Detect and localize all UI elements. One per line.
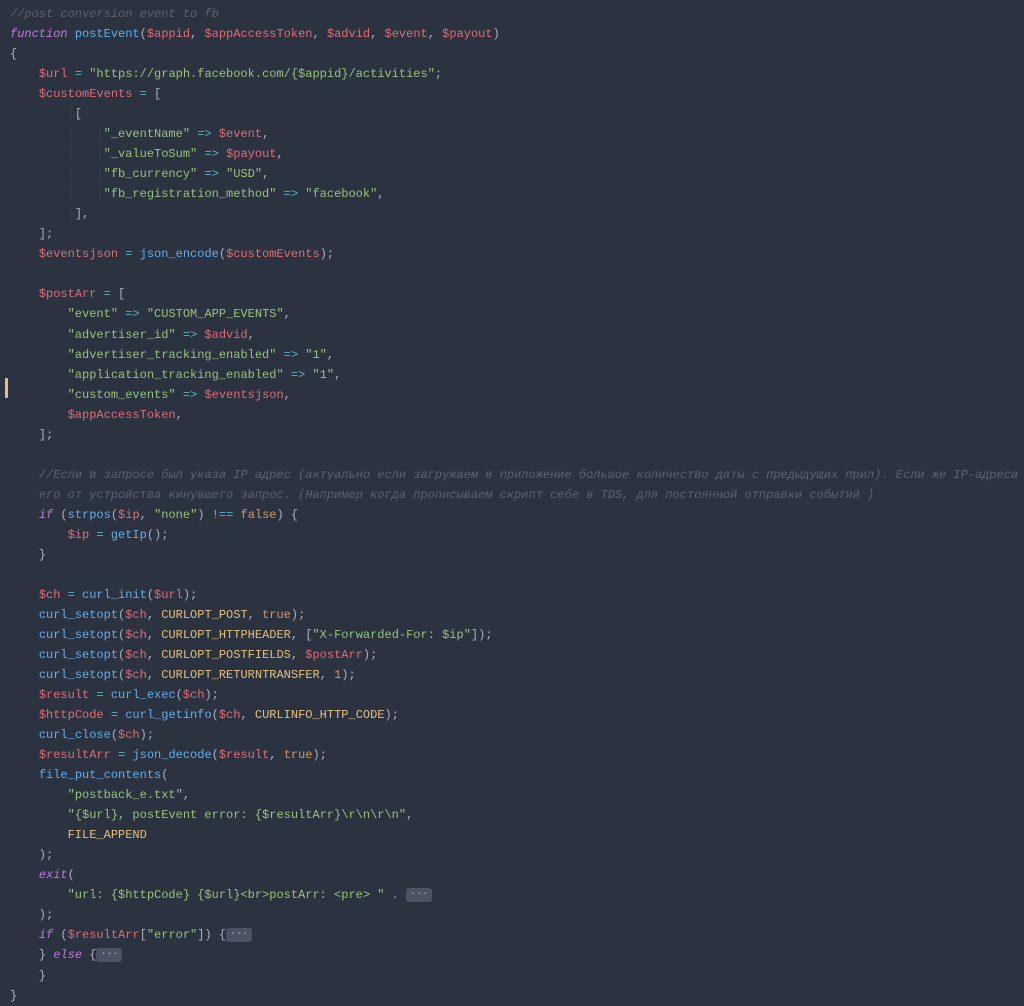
string: "{$url}, postEvent error: {$resultArr}\r… bbox=[68, 808, 406, 822]
function-call: curl_setopt bbox=[39, 628, 118, 642]
string: "postback_e.txt" bbox=[68, 788, 183, 802]
arg: $ch bbox=[219, 708, 241, 722]
value: $advid bbox=[204, 328, 247, 342]
key: "custom_events" bbox=[68, 388, 176, 402]
param: $payout bbox=[442, 27, 492, 41]
function-call: strpos bbox=[68, 508, 111, 522]
modified-marker bbox=[5, 378, 8, 398]
function-call: curl_setopt bbox=[39, 668, 118, 682]
variable: $httpCode bbox=[39, 708, 104, 722]
arg: $postArr bbox=[305, 648, 363, 662]
param: $advid bbox=[327, 27, 370, 41]
variable: $url bbox=[39, 67, 68, 81]
comment-line: //post conversion event to fb bbox=[10, 7, 219, 21]
constant: CURLOPT_POST bbox=[161, 608, 247, 622]
arg: $result bbox=[219, 748, 269, 762]
comment-line: //Если в запросе был указа IP адрес (акт… bbox=[39, 468, 1024, 482]
comment-line: его от устройства кинувшего запрос. (Нап… bbox=[39, 488, 874, 502]
variable: $resultArr bbox=[68, 928, 140, 942]
arg: $ch bbox=[183, 688, 205, 702]
value: $appAccessToken bbox=[68, 408, 176, 422]
arg: $url bbox=[154, 588, 183, 602]
code-fold-marker[interactable]: ··· bbox=[406, 888, 432, 902]
arg: $customEvents bbox=[226, 247, 320, 261]
arg: $ip bbox=[118, 508, 140, 522]
key: "fb_registration_method" bbox=[104, 187, 277, 201]
key: "advertiser_tracking_enabled" bbox=[68, 348, 277, 362]
value: "USD" bbox=[226, 167, 262, 181]
function-call: curl_init bbox=[82, 588, 147, 602]
value: $event bbox=[219, 127, 262, 141]
string: "https://graph.facebook.com/{$appid}/act… bbox=[89, 67, 435, 81]
value: "1" bbox=[312, 368, 334, 382]
string: "url: {$httpCode} {$url}<br>postArr: <pr… bbox=[68, 888, 385, 902]
constant: FILE_APPEND bbox=[68, 828, 147, 842]
code-fold-marker[interactable]: ··· bbox=[226, 928, 252, 942]
function-call: curl_getinfo bbox=[125, 708, 211, 722]
variable: $customEvents bbox=[39, 87, 133, 101]
literal: 1 bbox=[334, 668, 341, 682]
key: "event" bbox=[68, 307, 118, 321]
param: $appid bbox=[147, 27, 190, 41]
variable: $postArr bbox=[39, 287, 97, 301]
key: "_valueToSum" bbox=[104, 147, 198, 161]
code-fold-marker[interactable]: ··· bbox=[96, 948, 122, 962]
literal: true bbox=[284, 748, 313, 762]
arg: $ch bbox=[125, 668, 147, 682]
arg: $ch bbox=[125, 628, 147, 642]
keyword: if bbox=[39, 508, 53, 522]
arg: $ch bbox=[125, 608, 147, 622]
variable: $ip bbox=[68, 528, 90, 542]
function-call: curl_exec bbox=[111, 688, 176, 702]
key: "application_tracking_enabled" bbox=[68, 368, 284, 382]
constant: CURLOPT_POSTFIELDS bbox=[161, 648, 291, 662]
value: $payout bbox=[226, 147, 276, 161]
keyword: if bbox=[39, 928, 53, 942]
string: "error" bbox=[147, 928, 197, 942]
code-editor[interactable]: //post conversion event to fb function p… bbox=[0, 4, 1024, 1006]
function-call: getIp bbox=[111, 528, 147, 542]
key: "advertiser_id" bbox=[68, 328, 176, 342]
function-call: curl_setopt bbox=[39, 648, 118, 662]
arg: "none" bbox=[154, 508, 197, 522]
value: "CUSTOM_APP_EVENTS" bbox=[147, 307, 284, 321]
value: "1" bbox=[305, 348, 327, 362]
constant: CURLINFO_HTTP_CODE bbox=[255, 708, 385, 722]
constant: CURLOPT_HTTPHEADER bbox=[161, 628, 291, 642]
value: "facebook" bbox=[305, 187, 377, 201]
literal: false bbox=[241, 508, 277, 522]
variable: $resultArr bbox=[39, 748, 111, 762]
keyword: exit bbox=[39, 868, 68, 882]
string: "X-Forwarded-For: $ip" bbox=[312, 628, 470, 642]
keyword: else bbox=[53, 948, 82, 962]
value: $eventsjson bbox=[204, 388, 283, 402]
function-call: curl_close bbox=[39, 728, 111, 742]
function-call: file_put_contents bbox=[39, 768, 161, 782]
constant: CURLOPT_RETURNTRANSFER bbox=[161, 668, 319, 682]
function-call: json_decode bbox=[132, 748, 211, 762]
function-call: curl_setopt bbox=[39, 608, 118, 622]
variable: $eventsjson bbox=[39, 247, 118, 261]
gutter bbox=[0, 0, 12, 649]
function-call: json_encode bbox=[140, 247, 219, 261]
operator: . bbox=[392, 888, 399, 902]
key: "_eventName" bbox=[104, 127, 190, 141]
literal: true bbox=[262, 608, 291, 622]
key: "fb_currency" bbox=[104, 167, 198, 181]
param: $event bbox=[385, 27, 428, 41]
operator: !== bbox=[212, 508, 234, 522]
arg: $ch bbox=[118, 728, 140, 742]
variable: $result bbox=[39, 688, 89, 702]
function-name: postEvent bbox=[75, 27, 140, 41]
arg: $ch bbox=[125, 648, 147, 662]
keyword: function bbox=[10, 27, 68, 41]
param: $appAccessToken bbox=[204, 27, 312, 41]
variable: $ch bbox=[39, 588, 61, 602]
